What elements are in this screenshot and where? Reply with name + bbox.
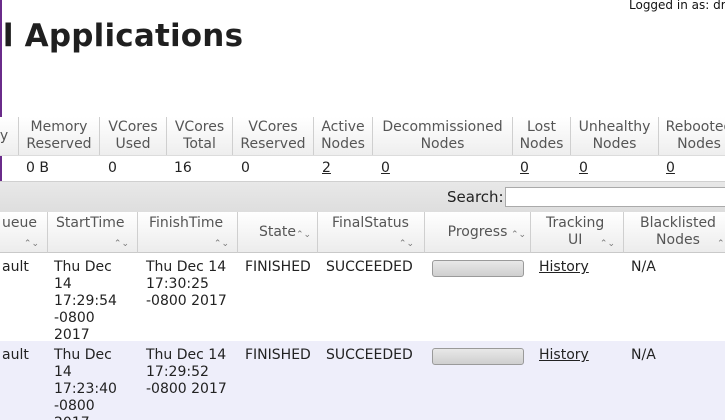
cell-tracking-ui[interactable]: History — [539, 347, 589, 364]
history-link[interactable]: History — [539, 347, 589, 363]
metrics-header-vcores-used[interactable]: VCores Used — [100, 117, 167, 155]
metrics-header-col[interactable]: y — [0, 117, 19, 155]
metric-vcores-reserved: 0 — [241, 160, 250, 176]
column-header-finalstatus[interactable]: FinalStatus ⌃⌄ — [318, 212, 425, 253]
rebooted-nodes-link[interactable]: 0 — [666, 160, 675, 176]
cell-finalstatus: SUCCEEDED — [326, 259, 413, 275]
cluster-metrics-table: y Memory Reserved VCores Used VCores Tot… — [0, 117, 725, 179]
cell-queue: ault — [2, 259, 29, 275]
page-title: ll Applications — [0, 18, 244, 54]
column-header-blacklisted-nodes[interactable]: Blacklisted Nodes ⌃⌄ — [624, 212, 725, 253]
metric-vcores-total: 16 — [174, 160, 192, 176]
metric-vcores-used: 0 — [108, 160, 117, 176]
sort-icon: ⌃⌄ — [113, 239, 129, 249]
column-header-starttime[interactable]: StartTime ⌃⌄ — [48, 212, 138, 253]
column-header-progress[interactable]: Progress ⌃⌄ — [425, 212, 531, 253]
search-input[interactable] — [505, 187, 725, 207]
metrics-header-unhealthy-nodes[interactable]: Unhealthy Nodes — [571, 117, 659, 155]
metrics-header-active-nodes[interactable]: Active Nodes — [314, 117, 373, 155]
metric-lost-nodes[interactable]: 0 — [520, 159, 529, 177]
metric-unhealthy-nodes[interactable]: 0 — [579, 159, 588, 177]
applications-table: ueue ⌃⌄ StartTime ⌃⌄ FinishTime ⌃⌄ State… — [0, 212, 725, 420]
column-header-state[interactable]: State ⌃⌄ — [238, 212, 318, 253]
metrics-header-memory-reserved[interactable]: Memory Reserved — [19, 117, 100, 155]
lost-nodes-link[interactable]: 0 — [520, 160, 529, 176]
cell-blacklisted-nodes: N/A — [631, 259, 656, 275]
metrics-header-vcores-reserved[interactable]: VCores Reserved — [233, 117, 314, 155]
column-header-queue[interactable]: ueue ⌃⌄ — [0, 212, 48, 253]
sort-icon: ⌃⌄ — [213, 239, 229, 249]
cell-state: FINISHED — [245, 259, 311, 275]
sort-icon: ⌃⌄ — [599, 239, 615, 249]
cell-queue: ault — [2, 347, 29, 363]
table-row[interactable]: ault Thu Dec 14 17:23:40 -0800 2017 Thu … — [0, 341, 725, 420]
metric-memory-reserved: 0 B — [26, 160, 49, 176]
metrics-header-decommissioned-nodes[interactable]: Decommissioned Nodes — [373, 117, 513, 155]
metric-active-nodes[interactable]: 2 — [322, 159, 331, 177]
progress-bar — [432, 348, 524, 365]
history-link[interactable]: History — [539, 259, 589, 275]
column-header-tracking-ui[interactable]: Tracking UI ⌃⌄ — [531, 212, 624, 253]
cell-blacklisted-nodes: N/A — [631, 347, 656, 363]
sort-icon: ⌃⌄ — [23, 239, 39, 249]
search-label: Search: — [447, 188, 504, 206]
metrics-divider — [0, 155, 725, 156]
cell-starttime: Thu Dec 14 17:23:40 -0800 2017 — [54, 347, 117, 420]
sort-icon: ⌃⌄ — [511, 230, 527, 240]
unhealthy-nodes-link[interactable]: 0 — [579, 160, 588, 176]
decommissioned-nodes-link[interactable]: 0 — [381, 160, 390, 176]
sort-icon: ⌃⌄ — [296, 230, 312, 240]
cell-tracking-ui[interactable]: History — [539, 259, 589, 276]
sort-icon: ⌃⌄ — [717, 239, 725, 249]
column-header-finishtime[interactable]: FinishTime ⌃⌄ — [138, 212, 238, 253]
logged-in-text: Logged in as: dr.w — [629, 0, 725, 12]
cell-finishtime: Thu Dec 14 17:30:25 -0800 2017 — [146, 259, 227, 309]
table-row[interactable]: ault Thu Dec 14 17:29:54 -0800 2017 Thu … — [0, 253, 725, 343]
table-toolbar: Search: — [0, 181, 725, 212]
progress-bar — [432, 260, 524, 277]
metric-decommissioned-nodes[interactable]: 0 — [381, 159, 390, 177]
active-nodes-link[interactable]: 2 — [322, 160, 331, 176]
cell-starttime: Thu Dec 14 17:29:54 -0800 2017 — [54, 259, 117, 343]
metrics-header-lost-nodes[interactable]: Lost Nodes — [513, 117, 571, 155]
sort-icon: ⌃⌄ — [398, 239, 414, 249]
metric-rebooted-nodes[interactable]: 0 — [666, 159, 675, 177]
metrics-header-rebooted-nodes[interactable]: Rebooted Nodes — [659, 117, 725, 155]
cell-finalstatus: SUCCEEDED — [326, 347, 413, 363]
cell-finishtime: Thu Dec 14 17:29:52 -0800 2017 — [146, 347, 227, 397]
cell-state: FINISHED — [245, 347, 311, 363]
metrics-header-vcores-total[interactable]: VCores Total — [167, 117, 233, 155]
